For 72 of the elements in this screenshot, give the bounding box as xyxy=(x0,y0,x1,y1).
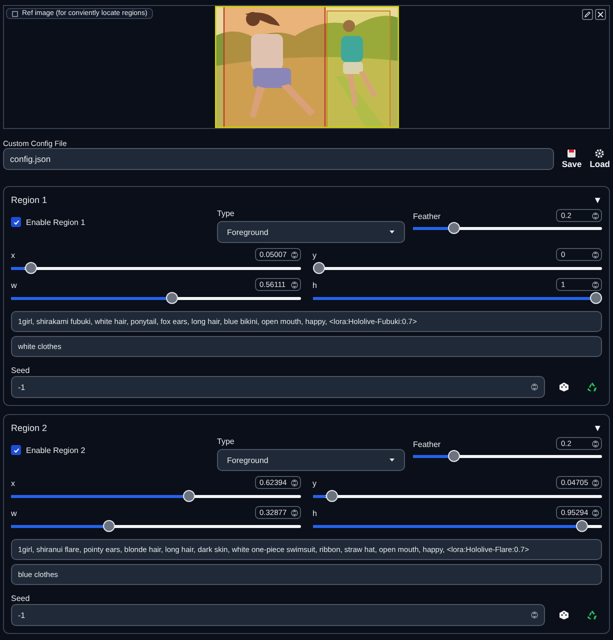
slider-label: x xyxy=(11,251,15,261)
slider[interactable] xyxy=(413,222,602,234)
collapse-toggle[interactable]: ▼ xyxy=(593,423,602,433)
slider-thumb[interactable] xyxy=(102,520,115,532)
caret-icon xyxy=(389,458,395,462)
slider-fill xyxy=(413,455,451,458)
spinner-icon[interactable] xyxy=(531,382,538,392)
type-dropdown[interactable]: Foreground xyxy=(217,449,405,471)
slider-label: w xyxy=(11,509,17,519)
spinner-icon[interactable] xyxy=(290,250,298,260)
slider-label: h xyxy=(312,281,317,291)
slider-thumb[interactable] xyxy=(448,450,460,462)
region-title: Region 2 xyxy=(11,423,48,433)
seed-label: Seed xyxy=(11,366,31,376)
region-title: Region 1 xyxy=(11,195,48,205)
slider[interactable] xyxy=(11,262,300,274)
image-icon xyxy=(12,10,18,16)
gear-icon xyxy=(595,149,604,158)
slider-fill xyxy=(413,227,451,230)
slider-thumb[interactable] xyxy=(166,292,178,304)
save-button[interactable]: Save xyxy=(562,149,582,169)
load-button[interactable]: Load xyxy=(590,149,610,169)
slider[interactable] xyxy=(11,292,300,304)
slider-label: x xyxy=(11,479,15,489)
config-field[interactable]: config.json xyxy=(3,148,554,170)
slider-label: Feather xyxy=(413,440,441,450)
slider[interactable] xyxy=(312,490,602,502)
checkbox[interactable] xyxy=(11,445,21,455)
spinner-icon[interactable] xyxy=(592,508,599,518)
seed-label: Seed xyxy=(11,594,31,604)
type-label: Type xyxy=(217,437,236,447)
spinner-icon[interactable] xyxy=(592,438,599,448)
slider-label: y xyxy=(312,251,316,261)
checkbox-label: Enable Region 2 xyxy=(26,446,86,454)
slider-label: y xyxy=(312,479,316,489)
slider-thumb[interactable] xyxy=(576,520,588,532)
slider-thumb[interactable] xyxy=(312,262,324,274)
collapse-toggle[interactable]: ▼ xyxy=(593,195,602,205)
slider[interactable] xyxy=(11,490,300,502)
seed-field[interactable]: -1 xyxy=(11,376,545,398)
slider-thumb[interactable] xyxy=(183,490,196,502)
seed-field[interactable]: -1 xyxy=(11,604,545,626)
slider-thumb[interactable] xyxy=(448,222,460,234)
close-icon[interactable] xyxy=(595,9,606,20)
slider-label: w xyxy=(11,281,17,291)
spinner-icon[interactable] xyxy=(290,508,298,518)
slider[interactable] xyxy=(312,520,602,532)
spinner-icon[interactable] xyxy=(592,478,599,488)
slider-thumb[interactable] xyxy=(326,490,338,502)
type-label: Type xyxy=(217,209,236,219)
spinner-icon[interactable] xyxy=(290,280,298,290)
spinner-icon[interactable] xyxy=(592,210,599,220)
spinner-icon[interactable] xyxy=(531,610,538,620)
slider-label: h xyxy=(312,509,317,519)
slider-label: Feather xyxy=(413,212,441,222)
spinner-icon[interactable] xyxy=(290,478,298,488)
caret-icon xyxy=(389,230,395,234)
slider-thumb[interactable] xyxy=(24,262,37,274)
slider[interactable] xyxy=(312,262,602,274)
type-dropdown[interactable]: Foreground xyxy=(217,221,405,243)
spinner-icon[interactable] xyxy=(592,250,599,260)
edit-icon[interactable] xyxy=(582,9,593,20)
spinner-icon[interactable] xyxy=(592,280,599,290)
slider-thumb[interactable] xyxy=(590,292,602,304)
checkbox[interactable] xyxy=(11,217,21,227)
slider[interactable] xyxy=(312,292,602,304)
slider-fill xyxy=(11,267,26,270)
slider-fill xyxy=(312,495,326,498)
slider[interactable] xyxy=(11,520,300,532)
slider[interactable] xyxy=(413,450,602,462)
checkbox-label: Enable Region 1 xyxy=(26,218,86,226)
floppy-icon xyxy=(567,149,576,158)
